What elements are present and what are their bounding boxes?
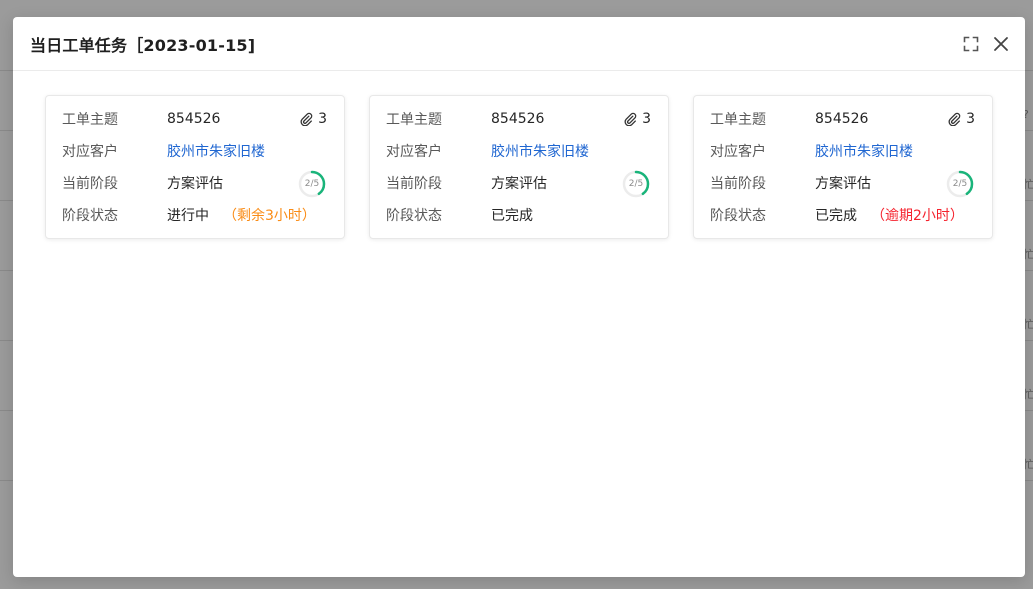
stage-row: 当前阶段 方案评估 xyxy=(710,173,976,193)
daily-task-modal: 当日工单任务［2023-01-15] 工单主题 854526 3 对应客户 胶州… xyxy=(13,17,1025,577)
subject-row: 工单主题 854526 xyxy=(62,109,328,129)
progress-text: 2/5 xyxy=(304,179,320,189)
paperclip-icon xyxy=(300,112,313,126)
stage-label: 当前阶段 xyxy=(386,176,442,192)
subject-label: 工单主题 xyxy=(386,112,442,128)
modal-title: 当日工单任务［2023-01-15] xyxy=(30,35,256,55)
customer-row: 对应客户 胶州市朱家旧楼 xyxy=(710,141,976,161)
attachment-count[interactable]: 3 xyxy=(299,111,327,127)
status-row: 阶段状态 已完成 xyxy=(386,205,652,225)
status-label: 阶段状态 xyxy=(386,208,442,224)
modal-header: 当日工单任务［2023-01-15] xyxy=(13,17,1025,71)
customer-link[interactable]: 胶州市朱家旧楼 xyxy=(167,141,265,161)
customer-label: 对应客户 xyxy=(386,144,442,160)
attachment-count-value: 3 xyxy=(966,111,975,127)
stage-progress-ring: 2/5 xyxy=(945,169,975,199)
stage-progress-ring: 2/5 xyxy=(297,169,327,199)
task-card[interactable]: 工单主题 854526 3 对应客户 胶州市朱家旧楼 当前阶段 方案评估 2/5… xyxy=(45,95,345,239)
status-row: 阶段状态 进行中 （剩余3小时） xyxy=(62,205,328,225)
subject-value: 854526 xyxy=(815,111,869,127)
status-label: 阶段状态 xyxy=(710,208,766,224)
attachment-count[interactable]: 3 xyxy=(947,111,975,127)
customer-row: 对应客户 胶州市朱家旧楼 xyxy=(62,141,328,161)
status-label: 阶段状态 xyxy=(62,208,118,224)
task-card[interactable]: 工单主题 854526 3 对应客户 胶州市朱家旧楼 当前阶段 方案评估 2/5… xyxy=(693,95,993,239)
subject-row: 工单主题 854526 xyxy=(710,109,976,129)
attachment-count-value: 3 xyxy=(318,111,327,127)
modal-actions xyxy=(963,36,1009,52)
subject-row: 工单主题 854526 xyxy=(386,109,652,129)
stage-label: 当前阶段 xyxy=(62,176,118,192)
status-value: 已完成 xyxy=(815,208,857,224)
customer-label: 对应客户 xyxy=(62,144,118,160)
close-icon[interactable] xyxy=(993,36,1009,52)
customer-link[interactable]: 胶州市朱家旧楼 xyxy=(491,141,589,161)
attachment-count-value: 3 xyxy=(642,111,651,127)
customer-label: 对应客户 xyxy=(710,144,766,160)
stage-label: 当前阶段 xyxy=(710,176,766,192)
task-card[interactable]: 工单主题 854526 3 对应客户 胶州市朱家旧楼 当前阶段 方案评估 2/5… xyxy=(369,95,669,239)
stage-row: 当前阶段 方案评估 xyxy=(386,173,652,193)
customer-link[interactable]: 胶州市朱家旧楼 xyxy=(815,141,913,161)
status-note: （逾期2小时） xyxy=(871,208,964,224)
progress-text: 2/5 xyxy=(628,179,644,189)
status-value: 进行中 xyxy=(167,208,209,224)
paperclip-icon xyxy=(948,112,961,126)
status-row: 阶段状态 已完成 （逾期2小时） xyxy=(710,205,976,225)
progress-text: 2/5 xyxy=(952,179,968,189)
expand-icon[interactable] xyxy=(963,36,979,52)
subject-value: 854526 xyxy=(167,111,221,127)
stage-value: 方案评估 xyxy=(815,176,871,192)
stage-progress-ring: 2/5 xyxy=(621,169,651,199)
subject-value: 854526 xyxy=(491,111,545,127)
subject-label: 工单主题 xyxy=(710,112,766,128)
stage-value: 方案评估 xyxy=(491,176,547,192)
paperclip-icon xyxy=(624,112,637,126)
stage-row: 当前阶段 方案评估 xyxy=(62,173,328,193)
attachment-count[interactable]: 3 xyxy=(623,111,651,127)
task-card-list: 工单主题 854526 3 对应客户 胶州市朱家旧楼 当前阶段 方案评估 2/5… xyxy=(45,95,993,239)
subject-label: 工单主题 xyxy=(62,112,118,128)
status-value: 已完成 xyxy=(491,208,533,224)
customer-row: 对应客户 胶州市朱家旧楼 xyxy=(386,141,652,161)
status-note: （剩余3小时） xyxy=(223,208,316,224)
stage-value: 方案评估 xyxy=(167,176,223,192)
